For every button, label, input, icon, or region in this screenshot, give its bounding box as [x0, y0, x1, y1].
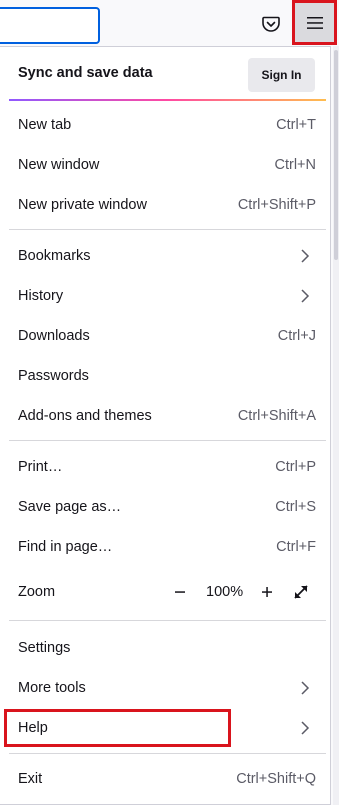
chevron-right-icon [301, 289, 310, 303]
fullscreen-button[interactable] [291, 582, 311, 602]
menu-item-exit[interactable]: Exit Ctrl+Shift+Q [0, 761, 330, 797]
menu-item-label: More tools [18, 680, 86, 696]
menu-item-label: New window [18, 157, 100, 173]
menu-separator [9, 620, 326, 621]
menu-item-save-page[interactable]: Save page as… Ctrl+S [0, 489, 330, 525]
sync-label: Sync and save data [18, 65, 153, 81]
menu-item-label: Print… [18, 459, 63, 475]
sign-in-button[interactable]: Sign In [248, 58, 315, 92]
menu-item-new-tab[interactable]: New tab Ctrl+T [0, 107, 330, 143]
menu-item-addons-themes[interactable]: Add-ons and themes Ctrl+Shift+A [0, 398, 330, 434]
menu-item-label: New tab [18, 117, 72, 133]
menu-item-more-tools[interactable]: More tools [0, 670, 330, 706]
menu-item-settings[interactable]: Settings [0, 630, 330, 666]
menu-item-shortcut: Ctrl+Shift+P [237, 197, 316, 213]
menu-item-label: Passwords [18, 368, 89, 384]
menu-item-label: Bookmarks [18, 248, 91, 264]
menu-item-shortcut: Ctrl+Shift+A [237, 408, 316, 424]
hamburger-icon [306, 16, 323, 29]
menu-item-new-private-window[interactable]: New private window Ctrl+Shift+P [0, 187, 330, 223]
url-bar[interactable] [0, 7, 100, 44]
menu-item-shortcut: Ctrl+S [275, 499, 316, 515]
sync-divider [9, 99, 326, 101]
menu-item-label: Help [18, 720, 48, 736]
pocket-icon [262, 16, 280, 32]
zoom-label: Zoom [18, 584, 56, 600]
menu-item-shortcut: Ctrl+Shift+Q [236, 771, 316, 787]
menu-item-shortcut: Ctrl+F [276, 539, 316, 555]
chevron-right-icon [301, 681, 310, 695]
menu-item-label: Save page as… [18, 499, 122, 515]
menu-item-label: History [18, 288, 64, 304]
sync-row: Sync and save data Sign In [0, 47, 330, 99]
app-menu-button[interactable] [292, 0, 337, 45]
menu-item-help[interactable]: Help [0, 710, 330, 746]
app-menu-panel: Sync and save data Sign In New tab Ctrl+… [0, 46, 331, 805]
scrollbar-thumb[interactable] [334, 50, 338, 260]
toolbar [0, 0, 339, 46]
menu-item-history[interactable]: History [0, 278, 330, 314]
menu-item-shortcut: Ctrl+P [275, 459, 316, 475]
chevron-right-icon [301, 249, 310, 263]
menu-item-label: Downloads [18, 328, 90, 344]
fullscreen-icon [294, 585, 308, 599]
menu-item-label: New private window [18, 197, 147, 213]
zoom-out-button[interactable] [170, 582, 190, 602]
zoom-in-button[interactable] [257, 582, 277, 602]
chevron-right-icon [301, 721, 310, 735]
menu-item-print[interactable]: Print… Ctrl+P [0, 449, 330, 485]
pocket-button[interactable] [257, 10, 285, 38]
menu-item-shortcut: Ctrl+T [276, 117, 316, 133]
menu-item-new-window[interactable]: New window Ctrl+N [0, 147, 330, 183]
zoom-reset-button[interactable]: 100% [206, 584, 243, 600]
menu-item-downloads[interactable]: Downloads Ctrl+J [0, 318, 330, 354]
menu-item-find-in-page[interactable]: Find in page… Ctrl+F [0, 529, 330, 565]
menu-separator [9, 440, 326, 441]
menu-separator [9, 229, 326, 230]
minus-icon [175, 591, 185, 593]
plus-icon [262, 587, 272, 597]
menu-item-label: Find in page… [18, 539, 113, 555]
menu-item-passwords[interactable]: Passwords [0, 358, 330, 394]
zoom-row: Zoom 100% [0, 574, 330, 610]
menu-item-shortcut: Ctrl+J [277, 328, 316, 344]
menu-item-label: Exit [18, 771, 43, 787]
menu-separator [9, 753, 326, 754]
menu-item-bookmarks[interactable]: Bookmarks [0, 238, 330, 274]
menu-item-shortcut: Ctrl+N [274, 157, 317, 173]
menu-item-label: Add-ons and themes [18, 408, 152, 424]
menu-item-label: Settings [18, 640, 71, 656]
